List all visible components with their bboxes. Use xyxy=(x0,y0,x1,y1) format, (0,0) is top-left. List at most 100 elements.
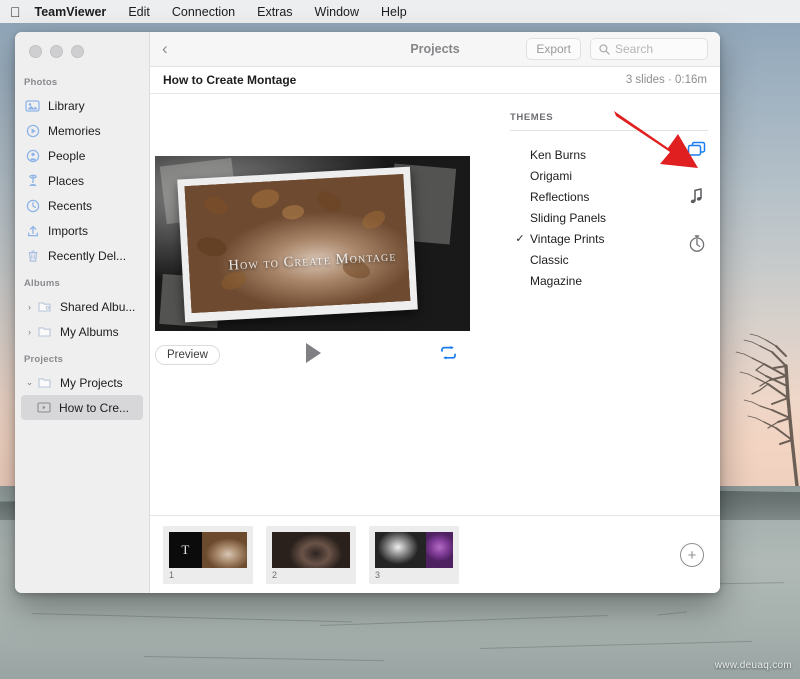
search-icon xyxy=(599,43,610,55)
sidebar-item-how-to-create-montage[interactable]: How to Cre... xyxy=(21,395,143,420)
slide-images: T xyxy=(169,531,247,568)
menu-item-teamviewer[interactable]: TeamViewer xyxy=(35,5,107,19)
slide-number: 3 xyxy=(375,569,381,580)
preview-photo-card xyxy=(177,166,418,323)
slide-photo xyxy=(375,531,427,568)
sidebar-item-recents[interactable]: Recents xyxy=(15,193,149,218)
sidebar-item-imports[interactable]: Imports xyxy=(15,218,149,243)
slide-thumbnail[interactable]: 2 xyxy=(266,525,356,584)
shared-album-icon xyxy=(36,299,53,315)
menu-item-connection[interactable]: Connection xyxy=(172,5,235,19)
sidebar-item-label: Library xyxy=(48,98,85,113)
sidebar-item-label: Recents xyxy=(48,198,93,213)
export-button[interactable]: Export xyxy=(526,38,581,60)
menu-item-extras[interactable]: Extras xyxy=(257,5,292,19)
slide-images xyxy=(272,531,350,568)
sidebar-item-label: My Projects xyxy=(60,375,123,390)
project-title: How to Create Montage xyxy=(163,73,297,87)
sidebar-item-my-albums[interactable]: › My Albums xyxy=(15,319,149,344)
theme-item-magazine[interactable]: Magazine xyxy=(508,270,720,291)
slide-photo xyxy=(272,531,350,568)
duration-stopwatch-icon[interactable] xyxy=(685,232,709,254)
theme-label: Ken Burns xyxy=(530,147,587,162)
tree-silhouette xyxy=(735,333,800,495)
menu-bar:  TeamViewer Edit Connection Extras Wind… xyxy=(0,0,800,23)
themes-panel: THEMES Ken Burns Origami Reflections Sli… xyxy=(500,94,720,515)
window-traffic-lights xyxy=(15,32,149,67)
chevron-down-icon[interactable]: ⌄ xyxy=(24,377,35,388)
sidebar-header-photos: Photos xyxy=(24,77,58,88)
theme-label: Sliding Panels xyxy=(530,210,607,225)
sidebar-item-places[interactable]: Places xyxy=(15,168,149,193)
main-area: ‹ Projects Export Search How to Create M… xyxy=(150,32,720,593)
sidebar-item-people[interactable]: People xyxy=(15,143,149,168)
preview-button[interactable]: Preview xyxy=(155,345,220,365)
zoom-button[interactable] xyxy=(71,45,84,58)
memories-icon xyxy=(24,123,41,139)
photos-app-window: Photos Library Memories People Places Re… xyxy=(15,32,720,593)
sidebar-header-albums: Albums xyxy=(24,278,61,289)
play-triangle-icon[interactable] xyxy=(306,343,321,363)
menu-item-help[interactable]: Help xyxy=(381,5,407,19)
slides-strip: T 1 2 3 + xyxy=(150,515,720,593)
project-meta: 3 slides · 0:16m xyxy=(625,74,707,86)
sidebar: Photos Library Memories People Places Re… xyxy=(15,32,150,593)
theme-label: Magazine xyxy=(530,273,583,288)
trash-icon xyxy=(24,248,41,264)
back-chevron-left-icon[interactable]: ‹ xyxy=(162,39,184,59)
loop-repeat-icon[interactable] xyxy=(439,345,458,361)
theme-check-mark: ✓ xyxy=(515,233,525,245)
preview-stage: How to Create Montage Preview xyxy=(150,94,500,515)
chevron-right-icon[interactable]: › xyxy=(24,327,35,337)
theme-label: Classic xyxy=(530,252,569,267)
sidebar-item-label: My Albums xyxy=(60,324,119,339)
photos-library-icon xyxy=(24,98,41,114)
sidebar-item-library[interactable]: Library xyxy=(15,93,149,118)
themes-header: THEMES xyxy=(510,112,554,123)
menu-item-edit[interactable]: Edit xyxy=(128,5,150,19)
slide-thumbnail[interactable]: T 1 xyxy=(163,525,253,584)
chevron-right-icon[interactable]: › xyxy=(24,302,35,312)
sidebar-item-label: Places xyxy=(48,173,85,188)
minimize-button[interactable] xyxy=(50,45,63,58)
sidebar-item-recently-deleted[interactable]: Recently Del... xyxy=(15,243,149,268)
content-row: How to Create Montage Preview THEMES Ken… xyxy=(150,94,720,515)
theme-label: Vintage Prints xyxy=(530,231,605,246)
theme-label: Reflections xyxy=(530,189,590,204)
slide-photo xyxy=(201,531,247,568)
slide-thumbnail[interactable]: 3 xyxy=(369,525,459,584)
slideshow-preview[interactable]: How to Create Montage xyxy=(155,156,470,331)
sidebar-item-label: Memories xyxy=(48,123,101,138)
import-tray-icon xyxy=(24,223,41,239)
add-slide-button[interactable]: + xyxy=(680,543,704,567)
preview-photo-image xyxy=(184,173,411,314)
sidebar-item-label: Recently Del... xyxy=(48,248,127,263)
site-watermark: www.deuaq.com xyxy=(714,660,792,671)
sidebar-item-memories[interactable]: Memories xyxy=(15,118,149,143)
music-note-icon[interactable] xyxy=(685,185,709,207)
places-pin-icon xyxy=(24,173,41,189)
sidebar-item-shared-albums[interactable]: › Shared Albu... xyxy=(15,294,149,319)
people-icon xyxy=(24,148,41,164)
search-input[interactable]: Search xyxy=(590,38,708,60)
sidebar-item-label: Imports xyxy=(48,223,89,238)
slide-number: 2 xyxy=(272,569,278,580)
inspector-rail xyxy=(614,111,714,254)
clock-icon xyxy=(24,198,41,214)
toolbar: ‹ Projects Export Search xyxy=(150,32,720,67)
project-subheader: How to Create Montage 3 slides · 0:16m xyxy=(150,67,720,94)
slide-photo xyxy=(426,531,453,568)
sidebar-item-label: People xyxy=(48,148,86,163)
folder-icon xyxy=(36,375,53,391)
sidebar-item-my-projects[interactable]: ⌄ My Projects xyxy=(15,370,149,395)
playback-controls: Preview xyxy=(155,342,470,368)
slide-number: 1 xyxy=(169,569,175,580)
search-placeholder: Search xyxy=(615,42,654,56)
menu-item-window[interactable]: Window xyxy=(315,5,359,19)
slide-title-card: T xyxy=(169,531,202,568)
themes-icon[interactable] xyxy=(614,111,709,168)
close-button[interactable] xyxy=(29,45,42,58)
apple-logo-icon[interactable]:  xyxy=(10,5,21,19)
project-slideshow-icon xyxy=(35,400,52,416)
slide-images xyxy=(375,531,453,568)
